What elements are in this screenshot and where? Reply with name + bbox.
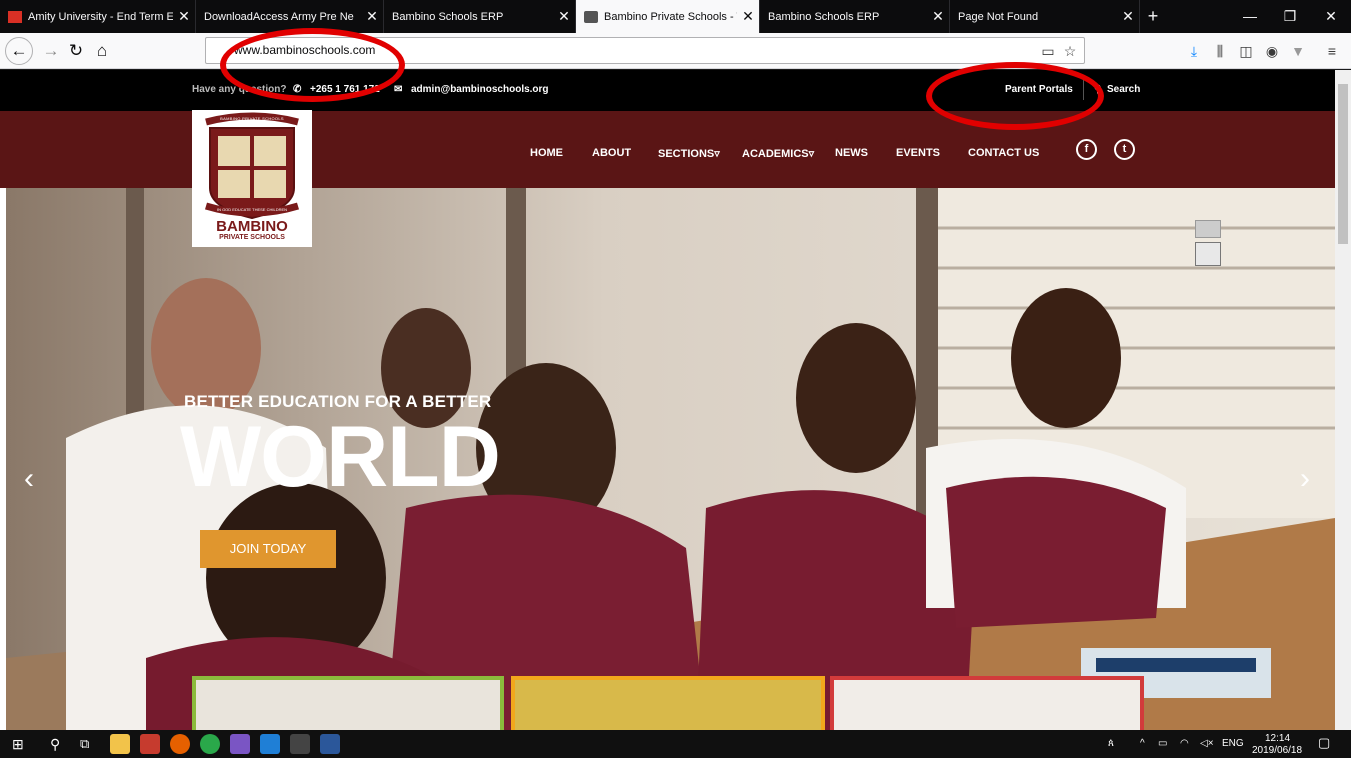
menu-icon[interactable]: ≡: [1322, 41, 1342, 61]
shield-icon: [584, 10, 598, 23]
restore-icon[interactable]: ❐: [1270, 0, 1310, 33]
nav-contact-us[interactable]: CONTACT US: [968, 147, 1039, 159]
annotation-circle: [220, 28, 405, 102]
browser-tab[interactable]: Page Not Found ✕: [950, 0, 1140, 33]
windows-taskbar: ⊞ ⚲ ⧉ ጰ ^ ▭ ◠ ◁× ENG 12:14 2019/06/18 ▢: [0, 730, 1351, 758]
close-icon[interactable]: ✕: [927, 8, 949, 25]
site-logo[interactable]: BAMBINO PRIVATE SCHOOLS IN GOD EDUCATE T…: [192, 110, 312, 247]
browser-toolbar: ← → ↻ ⌂ www.bambinoschools.com ▭ ☆ ⤓ ⫼ ◫…: [0, 33, 1351, 69]
logo-motto: IN GOD EDUCATE THESE CHILDREN: [216, 207, 288, 212]
slider-next-icon[interactable]: ›: [1300, 462, 1310, 496]
facebook-icon[interactable]: f: [1076, 139, 1097, 160]
close-icon[interactable]: ✕: [173, 8, 195, 25]
annotation-circle: [926, 62, 1104, 130]
bookmark-star-icon[interactable]: ☆: [1060, 41, 1080, 61]
notifications-icon[interactable]: ▢: [1318, 735, 1330, 751]
people-icon[interactable]: ጰ: [1108, 738, 1114, 749]
nav-about[interactable]: ABOUT: [592, 147, 631, 159]
app-icon[interactable]: [140, 734, 160, 754]
browser-tab[interactable]: Bambino Schools ERP ✕: [384, 0, 576, 33]
close-icon[interactable]: ✕: [553, 8, 575, 25]
word-icon[interactable]: [320, 734, 340, 754]
close-window-icon[interactable]: ✕: [1311, 0, 1351, 33]
email-icon: ✉: [394, 84, 403, 95]
file-explorer-icon[interactable]: [110, 734, 130, 754]
language-indicator[interactable]: ENG: [1222, 738, 1244, 749]
web-page: Have any question? ✆ +265 1 761 172 ✉ ad…: [0, 70, 1351, 730]
clock-time[interactable]: 12:14: [1265, 733, 1290, 744]
home-button[interactable]: ⌂: [88, 37, 116, 65]
close-icon[interactable]: ✕: [1117, 8, 1139, 25]
chevron-up-icon[interactable]: ^: [1140, 738, 1145, 749]
task-view-icon[interactable]: ⧉: [80, 734, 100, 754]
browser-tab[interactable]: Amity University - End Term Ex ✕: [0, 0, 196, 33]
feature-card[interactable]: [511, 676, 825, 730]
nav-news[interactable]: NEWS: [835, 147, 868, 159]
reader-icon[interactable]: ▭: [1038, 41, 1058, 61]
phpstorm-icon[interactable]: [230, 734, 250, 754]
new-tab-button[interactable]: +: [1143, 6, 1163, 26]
vpn-icon[interactable]: ▼: [1288, 41, 1308, 61]
extension-icon[interactable]: ◉: [1262, 41, 1282, 61]
top-info-bar: Have any question? ✆ +265 1 761 172 ✉ ad…: [0, 70, 1335, 111]
email-link[interactable]: admin@bambinoschools.org: [411, 84, 549, 95]
nav-sections[interactable]: SECTIONS▿: [658, 147, 720, 160]
firefox-icon[interactable]: [170, 734, 190, 754]
chrome-icon[interactable]: [200, 734, 220, 754]
windows-start-icon[interactable]: ⊞: [12, 734, 32, 754]
broken-image-icon: [1195, 220, 1221, 238]
twitter-icon[interactable]: t: [1114, 139, 1135, 160]
minimize-icon[interactable]: —: [1230, 0, 1270, 33]
gmail-icon: [8, 10, 22, 23]
slider-prev-icon[interactable]: ‹: [24, 462, 34, 496]
scrollbar-thumb[interactable]: [1338, 84, 1348, 244]
feature-card[interactable]: [192, 676, 504, 730]
search-link[interactable]: Search: [1107, 84, 1140, 95]
widget-icon[interactable]: [1195, 242, 1221, 266]
join-today-button[interactable]: JOIN TODAY: [200, 530, 336, 568]
nav-events[interactable]: EVENTS: [896, 147, 940, 159]
battery-icon[interactable]: ▭: [1158, 738, 1167, 749]
reload-button[interactable]: ↻: [62, 37, 90, 65]
download-icon[interactable]: ⤓: [1184, 41, 1204, 61]
vscode-icon[interactable]: [260, 734, 280, 754]
nav-home[interactable]: HOME: [530, 147, 563, 159]
wifi-icon[interactable]: ◠: [1180, 738, 1189, 749]
library-icon[interactable]: ⫼: [1210, 41, 1230, 61]
logo-sub: PRIVATE SCHOOLS: [219, 234, 285, 241]
close-icon[interactable]: ✕: [737, 8, 759, 25]
back-button[interactable]: ←: [5, 37, 33, 65]
terminal-icon[interactable]: [290, 734, 310, 754]
browser-tab-active[interactable]: Bambino Private Schools - The ✕: [576, 0, 760, 33]
hero-title: WORLD: [180, 409, 501, 505]
volume-icon[interactable]: ◁×: [1200, 738, 1214, 749]
search-icon[interactable]: ⚲: [50, 734, 70, 754]
nav-academics[interactable]: ACADEMICS▿: [742, 147, 814, 160]
feature-card[interactable]: [830, 676, 1144, 730]
sidebar-icon[interactable]: ◫: [1236, 41, 1256, 61]
browser-tab[interactable]: Bambino Schools ERP ✕: [760, 0, 950, 33]
logo-arc-text: BAMBINO PRIVATE SCHOOLS: [220, 116, 284, 121]
logo-name: BAMBINO: [216, 218, 288, 235]
clock-date[interactable]: 2019/06/18: [1252, 745, 1302, 756]
close-icon[interactable]: ✕: [361, 8, 383, 25]
forward-button[interactable]: →: [37, 37, 65, 65]
browser-tab-bar: Amity University - End Term Ex ✕ Downloa…: [0, 0, 1351, 33]
